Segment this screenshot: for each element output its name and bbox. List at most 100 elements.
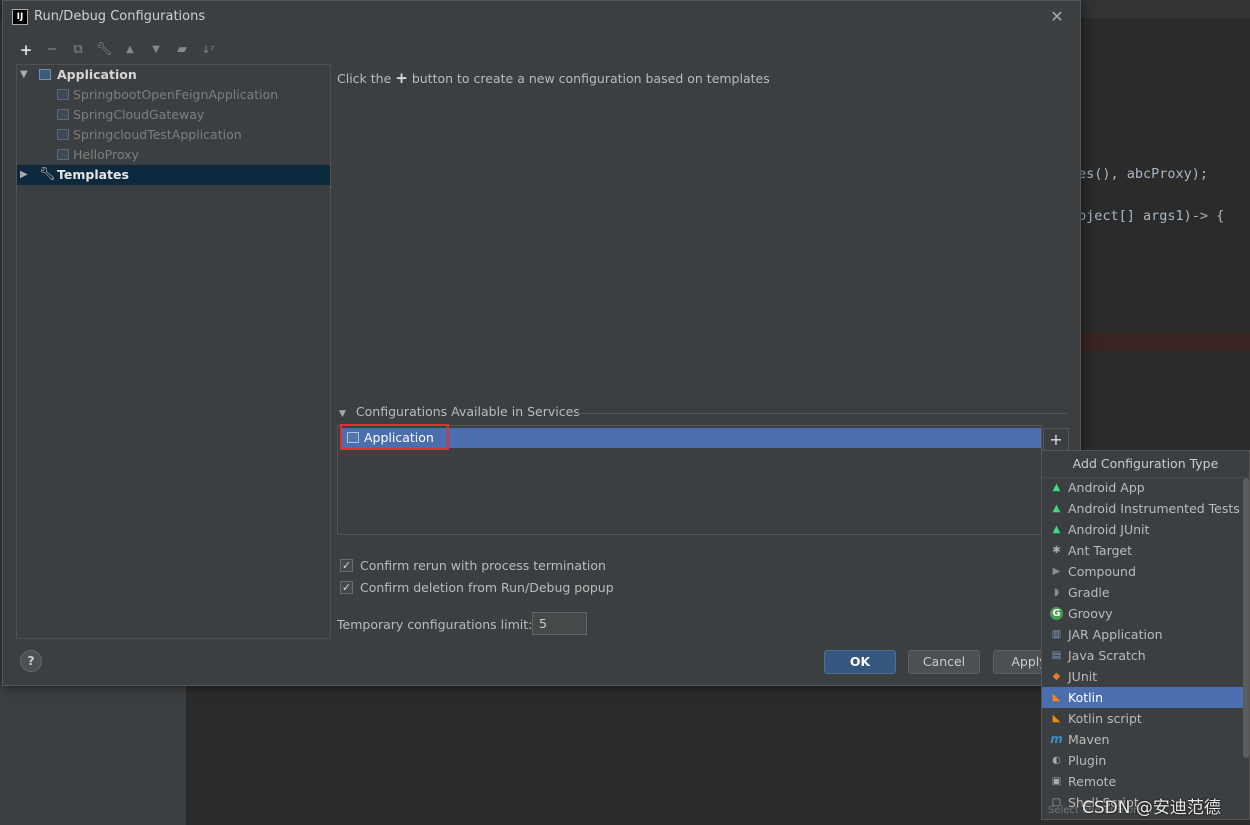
popup-item-android-app[interactable]: ▲ Android App — [1042, 477, 1243, 498]
popup-item-label: JUnit — [1068, 669, 1098, 684]
services-section-header[interactable]: ▼ Configurations Available in Services — [339, 404, 580, 419]
tree-node-templates[interactable]: ▶ 🔧︎ Templates — [17, 165, 330, 185]
run-debug-dialog: IJ Run/Debug Configurations ✕ + − ⧉ 🔧︎ ▲… — [2, 0, 1081, 686]
popup-scrollbar[interactable] — [1243, 478, 1249, 758]
hint-text-before: Click the — [337, 71, 392, 86]
expand-arrow-icon[interactable]: ▶ — [20, 165, 28, 185]
popup-item-label: Android JUnit — [1068, 522, 1150, 537]
wrench-icon[interactable]: 🔧︎ — [95, 41, 113, 59]
tree-item-label: SpringbootOpenFeignApplication — [73, 87, 279, 102]
popup-item-label: Remote — [1068, 774, 1117, 789]
help-button[interactable]: ? — [20, 650, 42, 672]
arrow-down-icon[interactable]: ▼ — [147, 41, 165, 59]
tree-item[interactable]: SpringcloudTestApplication — [17, 125, 330, 145]
popup-item-label: Ant Target — [1068, 543, 1133, 558]
application-icon — [57, 109, 69, 120]
popup-item-label: Kotlin — [1068, 690, 1103, 705]
dialog-title: Run/Debug Configurations — [34, 9, 206, 24]
add-icon[interactable]: + — [17, 41, 35, 59]
popup-item-android-instrumented-tests[interactable]: ▲ Android Instrumented Tests — [1042, 498, 1243, 519]
confirm-rerun-checkbox[interactable]: ✓ — [340, 559, 353, 572]
add-icon: + — [395, 69, 408, 87]
tree-node-label: Templates — [57, 167, 129, 182]
popup-item-java-scratch[interactable]: ▤ Java Scratch — [1042, 645, 1243, 666]
popup-item-android-junit[interactable]: ▲ Android JUnit — [1042, 519, 1243, 540]
popup-item-remote[interactable]: ▣ Remote — [1042, 771, 1243, 792]
confirm-deletion-checkbox[interactable]: ✓ — [340, 581, 353, 594]
popup-item-label: Plugin — [1068, 753, 1107, 768]
popup-item-gradle[interactable]: ◗ Gradle — [1042, 582, 1243, 603]
junit-icon: ◆ — [1052, 671, 1061, 682]
remote-icon: ▣ — [1051, 776, 1062, 787]
arrow-up-icon[interactable]: ▲ — [121, 41, 139, 59]
copy-icon[interactable]: ⧉ — [69, 41, 87, 59]
popup-item-label: Compound — [1068, 564, 1136, 579]
remove-icon[interactable]: − — [43, 41, 61, 59]
code-line: bject[] args1)-> { — [1078, 208, 1225, 224]
popup-item-plugin[interactable]: ◐ Plugin — [1042, 750, 1243, 771]
popup-title: Add Configuration Type — [1042, 451, 1249, 478]
compound-icon: ▶ — [1052, 566, 1061, 577]
expand-arrow-icon[interactable]: ▼ — [20, 65, 28, 85]
plugin-icon: ◐ — [1052, 755, 1061, 766]
tree-item[interactable]: SpringbootOpenFeignApplication — [17, 85, 330, 105]
popup-item-label: Maven — [1068, 732, 1110, 747]
popup-item-kotlin-script[interactable]: ◣ Kotlin script — [1042, 708, 1243, 729]
application-icon — [39, 69, 51, 80]
divider — [575, 413, 1067, 414]
gradle-icon: ◗ — [1053, 587, 1060, 598]
application-icon — [57, 129, 69, 140]
popup-item-kotlin[interactable]: ◣ Kotlin — [1042, 687, 1243, 708]
application-icon — [57, 149, 69, 160]
ok-button[interactable]: OK — [824, 650, 896, 674]
ant-icon: ✱ — [1052, 545, 1061, 556]
popup-item-label: Gradle — [1068, 585, 1110, 600]
highlight-annotation — [340, 424, 449, 450]
dialog-titlebar: IJ Run/Debug Configurations ✕ — [3, 1, 1080, 33]
android-test-icon: ▲ — [1052, 524, 1061, 535]
jar-icon: ▥ — [1051, 629, 1062, 640]
popup-item-jar-application[interactable]: ▥ JAR Application — [1042, 624, 1243, 645]
groovy-icon: G — [1050, 607, 1063, 620]
empty-hint: Click the + button to create a new confi… — [337, 69, 770, 87]
services-header-label: Configurations Available in Services — [355, 404, 580, 419]
kotlin-icon: ◣ — [1052, 692, 1061, 703]
popup-item-ant-target[interactable]: ✱ Ant Target — [1042, 540, 1243, 561]
maven-icon: m — [1050, 732, 1063, 746]
cancel-button[interactable]: Cancel — [908, 650, 980, 674]
code-line: es(), abcProxy); — [1078, 166, 1209, 182]
configuration-tree: ▼ Application SpringbootOpenFeignApplica… — [16, 64, 331, 639]
close-icon[interactable]: ✕ — [1047, 7, 1067, 27]
java-scratch-icon: ▤ — [1051, 650, 1062, 661]
application-icon — [57, 89, 69, 100]
add-configuration-popup: Add Configuration Type ▲ Android App ▲ A… — [1041, 450, 1250, 820]
popup-item-label: Java Scratch — [1068, 648, 1146, 663]
popup-item-compound[interactable]: ▶ Compound — [1042, 561, 1243, 582]
tree-node-label: Application — [57, 67, 137, 82]
hint-text-after: button to create a new configuration bas… — [411, 71, 770, 86]
popup-item-junit[interactable]: ◆ JUnit — [1042, 666, 1243, 687]
popup-item-label: Android App — [1068, 480, 1145, 495]
kotlin-script-icon: ◣ — [1052, 713, 1061, 724]
tree-item[interactable]: SpringCloudGateway — [17, 105, 330, 125]
editor-breakpoint-line — [1080, 333, 1250, 351]
collapse-arrow-icon[interactable]: ▼ — [339, 409, 346, 419]
popup-item-groovy[interactable]: G Groovy — [1042, 603, 1243, 624]
popup-item-label: JAR Application — [1068, 627, 1163, 642]
android-test-icon: ▲ — [1052, 503, 1061, 514]
popup-item-maven[interactable]: m Maven — [1042, 729, 1243, 750]
sort-icon[interactable]: ↓ᶻ — [199, 41, 217, 59]
wrench-icon: 🔧︎ — [39, 167, 56, 182]
popup-item-label: Android Instrumented Tests — [1068, 501, 1240, 516]
popup-item-label: Groovy — [1068, 606, 1113, 621]
tree-node-application[interactable]: ▼ Application — [17, 65, 330, 85]
confirm-rerun-label: Confirm rerun with process termination — [360, 558, 606, 573]
temp-limit-input[interactable]: 5 — [532, 612, 587, 635]
popup-item-label: Kotlin script — [1068, 711, 1142, 726]
tree-item[interactable]: HelloProxy — [17, 145, 330, 165]
watermark: CSDN @安迪范德 — [1082, 798, 1221, 818]
folder-icon[interactable]: ▰ — [173, 41, 191, 59]
tree-item-label: HelloProxy — [73, 147, 139, 162]
add-service-button[interactable]: + — [1043, 428, 1069, 452]
temp-limit-label: Temporary configurations limit: — [337, 617, 533, 632]
